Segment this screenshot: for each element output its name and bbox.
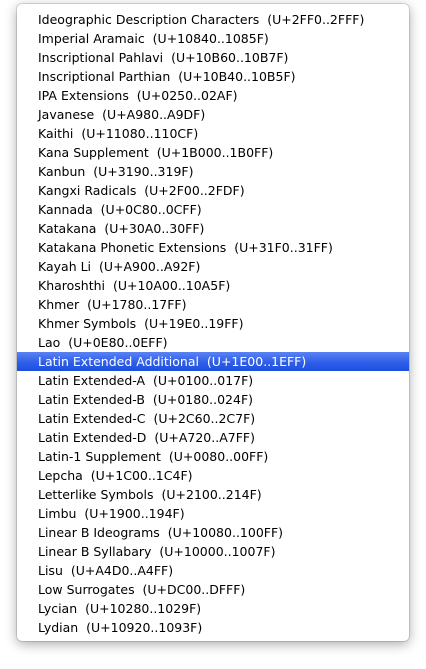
menu-item[interactable]: Kayah Li (U+A900..A92F) <box>17 257 409 276</box>
menu-item[interactable]: Kangxi Radicals (U+2F00..2FDF) <box>17 181 409 200</box>
menu-item[interactable]: Limbu (U+1900..194F) <box>17 504 409 523</box>
menu-item-selected[interactable]: Latin Extended Additional (U+1E00..1EFF) <box>17 352 409 371</box>
menu-item[interactable]: Kaithi (U+11080..110CF) <box>17 124 409 143</box>
menu-item[interactable]: Inscriptional Pahlavi (U+10B60..10B7F) <box>17 48 409 67</box>
menu-item[interactable]: Lycian (U+10280..1029F) <box>17 599 409 618</box>
menu-item[interactable]: IPA Extensions (U+0250..02AF) <box>17 86 409 105</box>
menu-item[interactable]: Linear B Syllabary (U+10000..1007F) <box>17 542 409 561</box>
menu-item[interactable]: Lydian (U+10920..1093F) <box>17 618 409 637</box>
unicode-block-dropdown-menu[interactable]: Ideographic Description Characters (U+2F… <box>17 4 409 641</box>
menu-item[interactable]: Imperial Aramaic (U+10840..1085F) <box>17 29 409 48</box>
menu-item[interactable]: Lisu (U+A4D0..A4FF) <box>17 561 409 580</box>
menu-item-list: Ideographic Description Characters (U+2F… <box>17 10 409 637</box>
menu-item[interactable]: Kanbun (U+3190..319F) <box>17 162 409 181</box>
menu-item[interactable]: Lepcha (U+1C00..1C4F) <box>17 466 409 485</box>
menu-item[interactable]: Low Surrogates (U+DC00..DFFF) <box>17 580 409 599</box>
menu-item[interactable]: Latin-1 Supplement (U+0080..00FF) <box>17 447 409 466</box>
menu-item[interactable]: Inscriptional Parthian (U+10B40..10B5F) <box>17 67 409 86</box>
menu-item[interactable]: Kana Supplement (U+1B000..1B0FF) <box>17 143 409 162</box>
menu-item[interactable]: Letterlike Symbols (U+2100..214F) <box>17 485 409 504</box>
menu-item[interactable]: Latin Extended-B (U+0180..024F) <box>17 390 409 409</box>
menu-item[interactable]: Katakana Phonetic Extensions (U+31F0..31… <box>17 238 409 257</box>
menu-item[interactable]: Khmer (U+1780..17FF) <box>17 295 409 314</box>
menu-item[interactable]: Latin Extended-A (U+0100..017F) <box>17 371 409 390</box>
menu-item[interactable]: Kharoshthi (U+10A00..10A5F) <box>17 276 409 295</box>
menu-item[interactable]: Latin Extended-D (U+A720..A7FF) <box>17 428 409 447</box>
menu-item[interactable]: Ideographic Description Characters (U+2F… <box>17 10 409 29</box>
menu-item[interactable]: Latin Extended-C (U+2C60..2C7F) <box>17 409 409 428</box>
menu-item[interactable]: Kannada (U+0C80..0CFF) <box>17 200 409 219</box>
screen: Ideographic Description Characters (U+2F… <box>0 0 426 669</box>
menu-item[interactable]: Katakana (U+30A0..30FF) <box>17 219 409 238</box>
menu-item[interactable]: Lao (U+0E80..0EFF) <box>17 333 409 352</box>
menu-item[interactable]: Linear B Ideograms (U+10080..100FF) <box>17 523 409 542</box>
menu-item[interactable]: Khmer Symbols (U+19E0..19FF) <box>17 314 409 333</box>
menu-item[interactable]: Javanese (U+A980..A9DF) <box>17 105 409 124</box>
